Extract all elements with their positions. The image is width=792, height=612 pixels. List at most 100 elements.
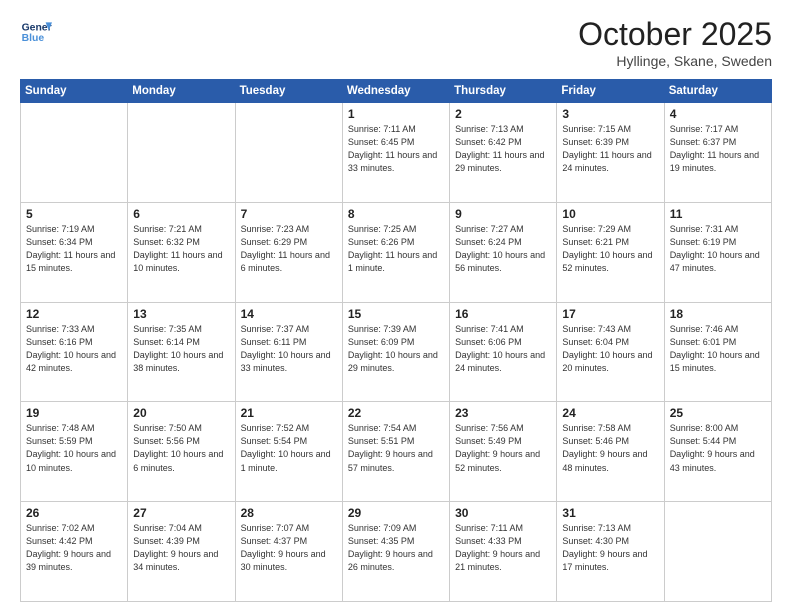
day-number: 8 (348, 207, 444, 221)
day-number: 23 (455, 406, 551, 420)
day-number: 31 (562, 506, 658, 520)
col-header-wednesday: Wednesday (342, 80, 449, 103)
calendar-cell: 5 Sunrise: 7:19 AMSunset: 6:34 PMDaylight… (21, 202, 128, 302)
day-number: 21 (241, 406, 337, 420)
day-info: Sunrise: 7:11 AMSunset: 6:45 PMDaylight:… (348, 123, 444, 175)
calendar-cell: 1 Sunrise: 7:11 AMSunset: 6:45 PMDaylight… (342, 103, 449, 203)
calendar-cell: 2 Sunrise: 7:13 AMSunset: 6:42 PMDaylight… (450, 103, 557, 203)
day-number: 25 (670, 406, 766, 420)
week-row-5: 26 Sunrise: 7:02 AMSunset: 4:42 PMDayligh… (21, 502, 772, 602)
calendar-cell: 10Sunrise: 7:29 AMSunset: 6:21 PMDayligh… (557, 202, 664, 302)
day-number: 16 (455, 307, 551, 321)
month-title: October 2025 (578, 16, 772, 53)
calendar-cell: 19 Sunrise: 7:48 AMSunset: 5:59 PMDayligh… (21, 402, 128, 502)
calendar-cell: 8 Sunrise: 7:25 AMSunset: 6:26 PMDaylight… (342, 202, 449, 302)
col-header-friday: Friday (557, 80, 664, 103)
day-info: Sunrise: 7:04 AMSunset: 4:39 PMDaylight:… (133, 522, 229, 574)
day-info: Sunrise: 8:00 AMSunset: 5:44 PMDaylight:… (670, 422, 766, 474)
calendar-cell: 12 Sunrise: 7:33 AMSunset: 6:16 PMDayligh… (21, 302, 128, 402)
day-number: 9 (455, 207, 551, 221)
day-info: Sunrise: 7:23 AMSunset: 6:29 PMDaylight:… (241, 223, 337, 275)
day-info: Sunrise: 7:07 AMSunset: 4:37 PMDaylight:… (241, 522, 337, 574)
calendar-cell: 28 Sunrise: 7:07 AMSunset: 4:37 PMDayligh… (235, 502, 342, 602)
day-info: Sunrise: 7:50 AMSunset: 5:56 PMDaylight:… (133, 422, 229, 474)
week-row-3: 12 Sunrise: 7:33 AMSunset: 6:16 PMDayligh… (21, 302, 772, 402)
day-info: Sunrise: 7:31 AMSunset: 6:19 PMDaylight:… (670, 223, 766, 275)
calendar-cell: 16 Sunrise: 7:41 AMSunset: 6:06 PMDayligh… (450, 302, 557, 402)
day-number: 24 (562, 406, 658, 420)
calendar-cell (21, 103, 128, 203)
col-header-saturday: Saturday (664, 80, 771, 103)
calendar-cell: 29 Sunrise: 7:09 AMSunset: 4:35 PMDayligh… (342, 502, 449, 602)
week-row-4: 19 Sunrise: 7:48 AMSunset: 5:59 PMDayligh… (21, 402, 772, 502)
week-row-1: 1 Sunrise: 7:11 AMSunset: 6:45 PMDaylight… (21, 103, 772, 203)
col-header-thursday: Thursday (450, 80, 557, 103)
calendar-cell: 7 Sunrise: 7:23 AMSunset: 6:29 PMDaylight… (235, 202, 342, 302)
day-info: Sunrise: 7:41 AMSunset: 6:06 PMDaylight:… (455, 323, 551, 375)
calendar-cell: 24 Sunrise: 7:58 AMSunset: 5:46 PMDayligh… (557, 402, 664, 502)
logo-icon: General Blue (20, 16, 52, 48)
calendar-cell: 21 Sunrise: 7:52 AMSunset: 5:54 PMDayligh… (235, 402, 342, 502)
col-header-sunday: Sunday (21, 80, 128, 103)
page: General Blue October 2025 Hyllinge, Skan… (0, 0, 792, 612)
day-number: 1 (348, 107, 444, 121)
day-number: 14 (241, 307, 337, 321)
subtitle: Hyllinge, Skane, Sweden (578, 53, 772, 69)
calendar-cell: 9 Sunrise: 7:27 AMSunset: 6:24 PMDaylight… (450, 202, 557, 302)
day-number: 29 (348, 506, 444, 520)
day-number: 3 (562, 107, 658, 121)
day-number: 4 (670, 107, 766, 121)
title-block: October 2025 Hyllinge, Skane, Sweden (578, 16, 772, 69)
calendar-cell: 11 Sunrise: 7:31 AMSunset: 6:19 PMDayligh… (664, 202, 771, 302)
day-info: Sunrise: 7:27 AMSunset: 6:24 PMDaylight:… (455, 223, 551, 275)
calendar-cell: 13Sunrise: 7:35 AMSunset: 6:14 PMDayligh… (128, 302, 235, 402)
calendar-cell (664, 502, 771, 602)
day-info: Sunrise: 7:25 AMSunset: 6:26 PMDaylight:… (348, 223, 444, 275)
day-info: Sunrise: 7:02 AMSunset: 4:42 PMDaylight:… (26, 522, 122, 574)
day-number: 7 (241, 207, 337, 221)
day-info: Sunrise: 7:11 AMSunset: 4:33 PMDaylight:… (455, 522, 551, 574)
calendar-cell: 27 Sunrise: 7:04 AMSunset: 4:39 PMDayligh… (128, 502, 235, 602)
day-info: Sunrise: 7:56 AMSunset: 5:49 PMDaylight:… (455, 422, 551, 474)
day-number: 15 (348, 307, 444, 321)
day-info: Sunrise: 7:33 AMSunset: 6:16 PMDaylight:… (26, 323, 122, 375)
day-info: Sunrise: 7:13 AMSunset: 4:30 PMDaylight:… (562, 522, 658, 574)
calendar-cell: 22Sunrise: 7:54 AMSunset: 5:51 PMDayligh… (342, 402, 449, 502)
day-number: 11 (670, 207, 766, 221)
day-number: 12 (26, 307, 122, 321)
day-number: 28 (241, 506, 337, 520)
svg-text:Blue: Blue (22, 33, 45, 44)
day-info: Sunrise: 7:58 AMSunset: 5:46 PMDaylight:… (562, 422, 658, 474)
day-info: Sunrise: 7:52 AMSunset: 5:54 PMDaylight:… (241, 422, 337, 474)
day-number: 19 (26, 406, 122, 420)
day-info: Sunrise: 7:21 AMSunset: 6:32 PMDaylight:… (133, 223, 229, 275)
day-info: Sunrise: 7:43 AMSunset: 6:04 PMDaylight:… (562, 323, 658, 375)
day-info: Sunrise: 7:19 AMSunset: 6:34 PMDaylight:… (26, 223, 122, 275)
week-row-2: 5 Sunrise: 7:19 AMSunset: 6:34 PMDaylight… (21, 202, 772, 302)
calendar-cell: 30 Sunrise: 7:11 AMSunset: 4:33 PMDayligh… (450, 502, 557, 602)
calendar-cell: 17 Sunrise: 7:43 AMSunset: 6:04 PMDayligh… (557, 302, 664, 402)
calendar-cell (128, 103, 235, 203)
calendar-cell: 18Sunrise: 7:46 AMSunset: 6:01 PMDayligh… (664, 302, 771, 402)
day-number: 2 (455, 107, 551, 121)
day-number: 13 (133, 307, 229, 321)
day-info: Sunrise: 7:15 AMSunset: 6:39 PMDaylight:… (562, 123, 658, 175)
calendar-cell (235, 103, 342, 203)
day-info: Sunrise: 7:37 AMSunset: 6:11 PMDaylight:… (241, 323, 337, 375)
col-header-tuesday: Tuesday (235, 80, 342, 103)
day-number: 10 (562, 207, 658, 221)
day-number: 5 (26, 207, 122, 221)
calendar-cell: 31 Sunrise: 7:13 AMSunset: 4:30 PMDayligh… (557, 502, 664, 602)
day-info: Sunrise: 7:48 AMSunset: 5:59 PMDaylight:… (26, 422, 122, 474)
calendar-cell: 23 Sunrise: 7:56 AMSunset: 5:49 PMDayligh… (450, 402, 557, 502)
day-number: 27 (133, 506, 229, 520)
day-number: 30 (455, 506, 551, 520)
col-header-monday: Monday (128, 80, 235, 103)
day-info: Sunrise: 7:17 AMSunset: 6:37 PMDaylight:… (670, 123, 766, 175)
header: General Blue October 2025 Hyllinge, Skan… (20, 16, 772, 69)
day-number: 26 (26, 506, 122, 520)
day-info: Sunrise: 7:13 AMSunset: 6:42 PMDaylight:… (455, 123, 551, 175)
day-number: 17 (562, 307, 658, 321)
day-info: Sunrise: 7:09 AMSunset: 4:35 PMDaylight:… (348, 522, 444, 574)
calendar-cell: 15Sunrise: 7:39 AMSunset: 6:09 PMDayligh… (342, 302, 449, 402)
